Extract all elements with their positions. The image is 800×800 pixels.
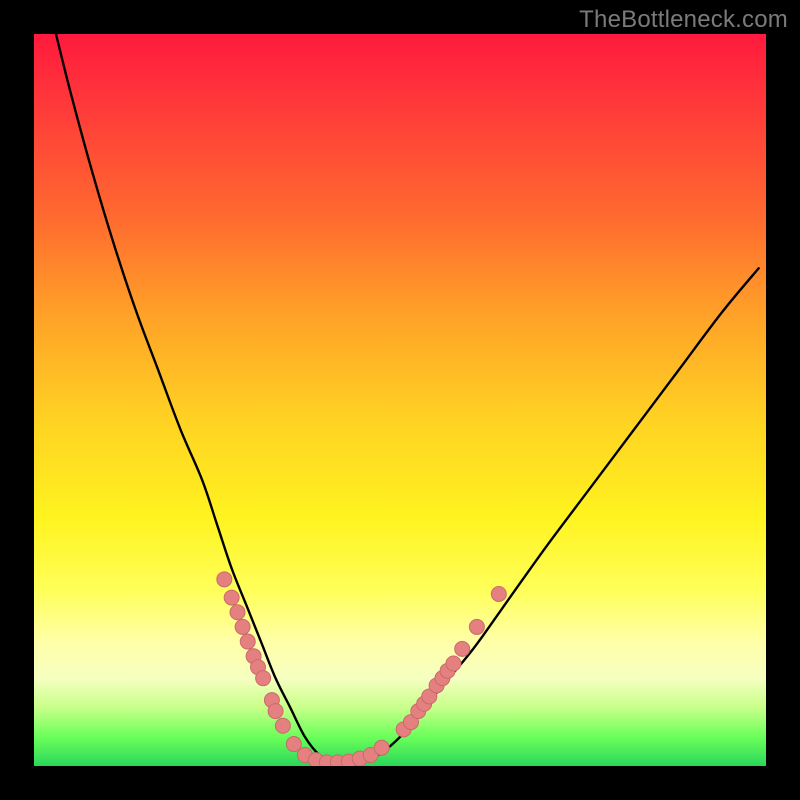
- bottleneck-curve: [56, 34, 759, 763]
- data-marker: [275, 718, 290, 733]
- chart-svg: [34, 34, 766, 766]
- data-markers: [217, 572, 507, 766]
- data-marker: [286, 737, 301, 752]
- data-marker: [240, 634, 255, 649]
- data-marker: [224, 590, 239, 605]
- data-marker: [230, 605, 245, 620]
- data-marker: [455, 641, 470, 656]
- data-marker: [268, 704, 283, 719]
- data-marker: [374, 740, 389, 755]
- data-marker: [491, 586, 506, 601]
- data-marker: [217, 572, 232, 587]
- data-marker: [235, 619, 250, 634]
- data-marker: [469, 619, 484, 634]
- data-marker: [446, 656, 461, 671]
- plot-area: [34, 34, 766, 766]
- chart-frame: TheBottleneck.com: [0, 0, 800, 800]
- watermark-text: TheBottleneck.com: [579, 6, 788, 34]
- data-marker: [256, 671, 271, 686]
